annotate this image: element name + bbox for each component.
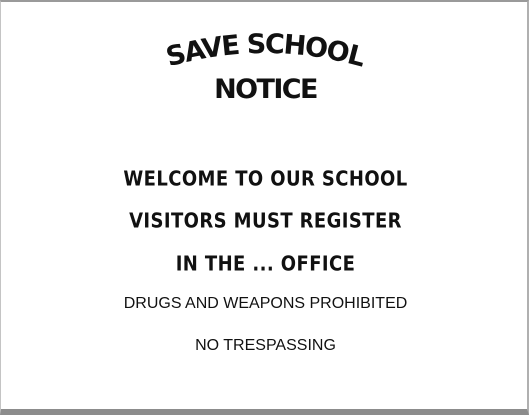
register-line: VISITORS MUST REGISTER (129, 209, 402, 234)
welcome-line: WELCOME TO OUR SCHOOL (123, 167, 408, 192)
title-line-1-text: SAVE SCHOOL (163, 29, 369, 74)
notice-sign: SAVE SCHOOL NOTICE WELCOME TO OUR SCHOOL… (0, 0, 529, 415)
title-line-2: NOTICE (214, 74, 318, 105)
office-line: IN THE ... OFFICE (175, 252, 356, 277)
prohibited-line: DRUGS AND WEAPONS PROHIBITED (123, 295, 408, 312)
title-line-1: SAVE SCHOOL (163, 29, 370, 74)
no-trespassing-line: NO TRESPASSING (195, 337, 336, 354)
